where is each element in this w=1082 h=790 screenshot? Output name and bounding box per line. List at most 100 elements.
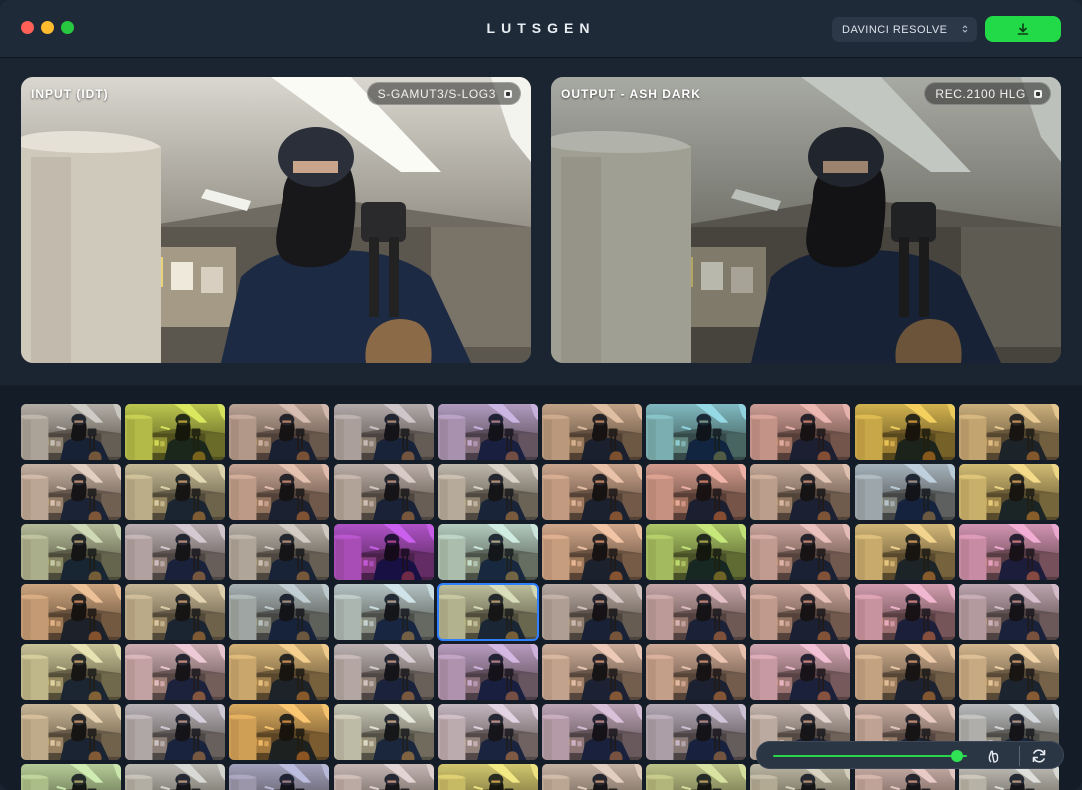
- lut-thumbnail[interactable]: [750, 464, 851, 520]
- lut-thumbnail-image: [333, 464, 434, 520]
- lut-thumbnail-image: [958, 404, 1059, 460]
- lut-thumbnail[interactable]: [21, 704, 121, 760]
- lut-thumbnail[interactable]: [646, 404, 747, 460]
- lut-thumbnail[interactable]: [333, 704, 434, 760]
- lut-thumbnail[interactable]: [229, 464, 330, 520]
- lut-thumbnail[interactable]: [437, 464, 538, 520]
- lut-thumbnail[interactable]: [750, 404, 851, 460]
- target-app-label: DAVINCI RESOLVE: [842, 23, 948, 36]
- lut-thumbnail[interactable]: [958, 404, 1059, 460]
- lut-thumbnail[interactable]: [125, 464, 226, 520]
- lut-thumbnail-image: [854, 464, 955, 520]
- lut-thumbnail-image: [958, 584, 1059, 640]
- lut-thumbnail[interactable]: [125, 704, 226, 760]
- lut-thumbnail[interactable]: [646, 464, 747, 520]
- lut-thumbnail[interactable]: [646, 524, 747, 580]
- lut-thumbnail[interactable]: [333, 464, 434, 520]
- lut-thumbnail[interactable]: [542, 404, 642, 460]
- lut-thumbnail[interactable]: [854, 524, 955, 580]
- lut-thumbnail-image: [542, 764, 642, 790]
- lut-thumbnail[interactable]: [542, 644, 642, 700]
- output-panel-label: OUTPUT - ASH DARK: [561, 87, 701, 101]
- lut-thumbnail[interactable]: [854, 404, 955, 460]
- lut-thumbnail-image: [229, 704, 330, 760]
- lut-thumbnail[interactable]: [21, 464, 121, 520]
- input-preview: INPUT (IDT) S-GAMUT3/S-LOG3: [21, 77, 531, 363]
- lut-thumbnail[interactable]: [542, 704, 642, 760]
- lut-thumbnail[interactable]: [333, 584, 434, 640]
- lut-thumbnail[interactable]: [542, 524, 642, 580]
- lut-thumbnail[interactable]: [437, 704, 538, 760]
- lut-thumbnail[interactable]: [125, 584, 226, 640]
- lut-thumbnail[interactable]: [646, 644, 747, 700]
- lut-thumbnail[interactable]: [958, 524, 1059, 580]
- lut-thumbnail[interactable]: [229, 764, 330, 790]
- lut-thumbnail[interactable]: [125, 764, 226, 790]
- lut-grid-area: [0, 386, 1082, 790]
- input-colorspace-select[interactable]: S-GAMUT3/S-LOG3: [366, 82, 521, 105]
- lut-thumbnail[interactable]: [229, 584, 330, 640]
- lut-thumbnail-image: [125, 524, 226, 580]
- lut-thumbnail[interactable]: [958, 584, 1059, 640]
- lut-thumbnail[interactable]: [958, 464, 1059, 520]
- lut-thumbnail[interactable]: [125, 524, 226, 580]
- lut-thumbnail[interactable]: [229, 524, 330, 580]
- lut-thumbnail-image: [21, 464, 121, 520]
- lut-thumbnail[interactable]: [229, 404, 330, 460]
- lut-thumbnail[interactable]: [437, 524, 538, 580]
- lut-thumbnail-image: [646, 704, 747, 760]
- lut-thumbnail[interactable]: [125, 644, 226, 700]
- lut-thumbnail-image: [646, 584, 747, 640]
- lut-thumbnail[interactable]: [125, 404, 226, 460]
- output-colorspace-select[interactable]: REC.2100 HLG: [924, 82, 1051, 105]
- lut-thumbnail[interactable]: [750, 524, 851, 580]
- lut-thumbnail[interactable]: [750, 584, 851, 640]
- lut-thumbnail-image: [542, 404, 642, 460]
- lut-thumbnail[interactable]: [333, 644, 434, 700]
- app-window: LUTSGEN DAVINCI RESOLVE INPUT (IDT) S-GA…: [0, 0, 1082, 790]
- lut-thumbnail[interactable]: [21, 404, 121, 460]
- lut-thumbnail[interactable]: [854, 584, 955, 640]
- lut-thumbnail[interactable]: [854, 644, 955, 700]
- lut-thumbnail[interactable]: [750, 644, 851, 700]
- lut-thumbnail-image: [437, 644, 538, 700]
- lut-thumbnail-image: [437, 464, 538, 520]
- refresh-icon[interactable]: [1030, 747, 1048, 765]
- lut-thumbnail-image: [125, 764, 226, 790]
- lut-thumbnail-image: [229, 644, 330, 700]
- lut-thumbnail[interactable]: [229, 704, 330, 760]
- lut-thumbnail[interactable]: [854, 464, 955, 520]
- lut-thumbnail-image: [646, 644, 747, 700]
- intensity-slider-track[interactable]: [773, 755, 967, 757]
- lut-thumbnail[interactable]: [437, 404, 538, 460]
- lut-thumbnail[interactable]: [21, 584, 121, 640]
- lut-thumbnail[interactable]: [21, 524, 121, 580]
- download-button[interactable]: [985, 16, 1061, 42]
- lut-thumbnail[interactable]: [646, 704, 747, 760]
- lut-thumbnail[interactable]: [542, 584, 642, 640]
- lut-thumbnail[interactable]: [646, 584, 747, 640]
- lut-thumbnail-image: [958, 524, 1059, 580]
- select-indicator-icon: [1034, 90, 1042, 98]
- select-indicator-icon: [504, 90, 512, 98]
- lut-thumbnail[interactable]: [436, 583, 539, 641]
- lut-grid: [21, 404, 1061, 790]
- lut-thumbnail[interactable]: [333, 524, 434, 580]
- lut-thumbnail-image: [229, 524, 330, 580]
- intensity-slider-handle[interactable]: [951, 750, 964, 762]
- lut-thumbnail[interactable]: [437, 644, 538, 700]
- lut-thumbnail[interactable]: [333, 764, 434, 790]
- lut-thumbnail[interactable]: [21, 764, 121, 790]
- lut-thumbnail[interactable]: [646, 764, 747, 790]
- controls-divider: [1019, 746, 1020, 766]
- preview-controls: [756, 741, 1064, 769]
- target-app-select[interactable]: DAVINCI RESOLVE: [832, 17, 977, 42]
- lut-thumbnail[interactable]: [437, 764, 538, 790]
- lut-thumbnail[interactable]: [21, 644, 121, 700]
- lut-thumbnail[interactable]: [333, 404, 434, 460]
- lut-thumbnail[interactable]: [542, 764, 642, 790]
- lut-thumbnail[interactable]: [229, 644, 330, 700]
- lut-thumbnail[interactable]: [958, 644, 1059, 700]
- compare-hand-icon[interactable]: [985, 747, 1003, 765]
- lut-thumbnail[interactable]: [542, 464, 642, 520]
